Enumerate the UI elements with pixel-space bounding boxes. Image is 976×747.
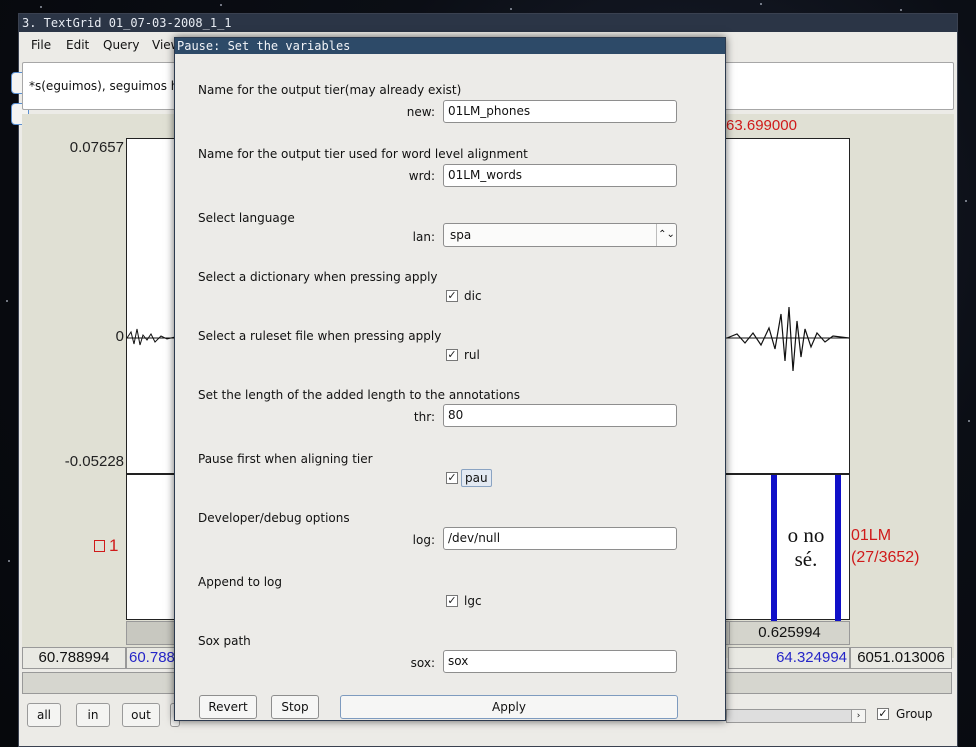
interval-text: o no sé. bbox=[787, 523, 825, 571]
scale-max: 0.07657 bbox=[69, 139, 124, 156]
scrollbar[interactable]: › bbox=[726, 709, 866, 723]
cursor-time: 63.699000 bbox=[726, 117, 806, 134]
field-label-wrd: Name for the output tier used for word l… bbox=[198, 147, 528, 161]
tier-info: 01LM (27/3652) bbox=[851, 525, 920, 569]
tier-name: 01LM bbox=[851, 527, 892, 544]
group-label: Group bbox=[896, 707, 933, 721]
field-key-new: new: bbox=[406, 105, 435, 119]
field-label-new: Name for the output tier(may already exi… bbox=[198, 83, 462, 97]
field-label-thr: Set the length of the added length to th… bbox=[198, 388, 521, 402]
field-label-lan: Select language bbox=[198, 211, 295, 225]
sox-input[interactable]: sox bbox=[443, 650, 677, 673]
field-key-thr: thr: bbox=[413, 410, 435, 424]
time-left[interactable]: 60.788994 bbox=[22, 647, 126, 669]
time-visible-end[interactable]: 64.324994 bbox=[728, 647, 850, 669]
menu-edit[interactable]: Edit bbox=[66, 38, 89, 52]
zoom-in-button[interactable]: in bbox=[76, 703, 110, 727]
stop-button[interactable]: Stop bbox=[271, 695, 319, 719]
word-tier-input[interactable]: 01LM_words bbox=[443, 164, 677, 187]
lgc-label: lgc bbox=[464, 594, 482, 608]
pau-label: pau bbox=[461, 469, 492, 487]
tier-count: (27/3652) bbox=[851, 549, 920, 566]
scale-min: -0.05228 bbox=[64, 453, 124, 470]
scroll-right-icon[interactable]: › bbox=[851, 710, 865, 722]
field-key-sox: sox: bbox=[410, 656, 435, 670]
field-key-wrd: wrd: bbox=[408, 169, 435, 183]
dialog-title: Pause: Set the variables bbox=[175, 38, 725, 54]
pause-dialog: Pause: Set the variables Name for the ou… bbox=[174, 37, 726, 721]
scale-zero: 0 bbox=[115, 328, 124, 345]
lgc-checkbox[interactable]: ✓ bbox=[446, 595, 458, 607]
language-select-value: spa bbox=[450, 228, 472, 242]
apply-button[interactable]: Apply bbox=[340, 695, 678, 719]
dic-label: dic bbox=[464, 289, 482, 303]
field-key-log: log: bbox=[412, 533, 435, 547]
interval-boundary[interactable] bbox=[835, 475, 841, 621]
field-label-sox: Sox path bbox=[198, 634, 251, 648]
cursor-time-value: 63.699000 bbox=[726, 117, 797, 134]
time-total-end[interactable]: 6051.013006 bbox=[850, 647, 952, 669]
tier-checkbox-icon bbox=[94, 540, 105, 552]
field-label-pau: Pause first when aligning tier bbox=[198, 452, 373, 466]
field-key-lan: lan: bbox=[412, 230, 435, 244]
field-label-dic: Select a dictionary when pressing apply bbox=[198, 270, 438, 284]
group-checkbox[interactable]: ✓ bbox=[877, 708, 889, 720]
window-title: 3. TextGrid 01_07-03-2008_1_1 bbox=[19, 14, 957, 32]
transcript-text: *s(eguimos), seguimos ha bbox=[29, 79, 186, 93]
zoom-all-button[interactable]: all bbox=[27, 703, 61, 727]
time-visible-start[interactable]: 60.788 bbox=[126, 647, 178, 669]
zoom-out-button[interactable]: out bbox=[122, 703, 160, 727]
rul-checkbox[interactable]: ✓ bbox=[446, 349, 458, 361]
field-label-rul: Select a ruleset file when pressing appl… bbox=[198, 329, 442, 343]
log-input[interactable]: /dev/null bbox=[443, 527, 677, 550]
updown-arrow-icon: ⌃⌄ bbox=[656, 224, 676, 246]
dic-checkbox[interactable]: ✓ bbox=[446, 290, 458, 302]
field-label-lgc: Append to log bbox=[198, 575, 283, 589]
output-tier-input[interactable]: 01LM_phones bbox=[443, 100, 677, 123]
revert-button[interactable]: Revert bbox=[199, 695, 257, 719]
tier-number[interactable]: 1 bbox=[94, 536, 118, 556]
menu-file[interactable]: File bbox=[31, 38, 51, 52]
interval-duration[interactable]: 0.625994 bbox=[729, 622, 849, 644]
field-label-log: Developer/debug options bbox=[198, 511, 350, 525]
rul-label: rul bbox=[464, 348, 480, 362]
language-select[interactable]: spa ⌃⌄ bbox=[443, 223, 677, 247]
tier-number-value: 1 bbox=[109, 536, 119, 555]
threshold-input[interactable]: 80 bbox=[443, 404, 677, 427]
pau-checkbox[interactable]: ✓ bbox=[446, 472, 458, 484]
menu-query[interactable]: Query bbox=[103, 38, 139, 52]
